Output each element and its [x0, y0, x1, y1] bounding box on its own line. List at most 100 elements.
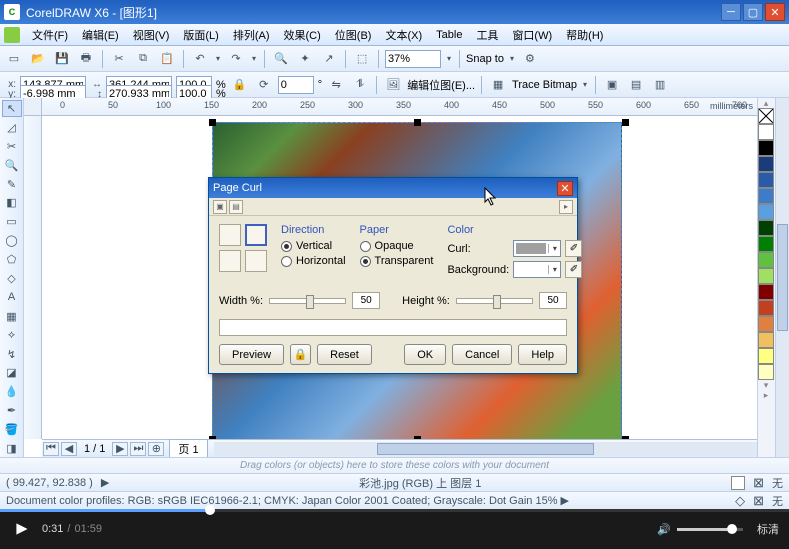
swatch-5[interactable]: [758, 204, 774, 220]
sel-handle-tc[interactable]: [414, 119, 421, 126]
menu-view[interactable]: 视图(V): [127, 25, 176, 45]
freehand-tool-icon[interactable]: ✎: [2, 176, 22, 193]
corner-bl-button[interactable]: [219, 250, 241, 272]
minimize-button[interactable]: ─: [721, 3, 741, 21]
paper-opaque-radio[interactable]: Opaque: [360, 240, 434, 252]
add-page-button[interactable]: ⊕: [148, 442, 164, 456]
bg-color-picker[interactable]: ▾: [513, 261, 561, 278]
basicshape-tool-icon[interactable]: ◇: [2, 270, 22, 287]
first-page-button[interactable]: ⏮: [43, 442, 59, 456]
swatch-4[interactable]: [758, 188, 774, 204]
menu-text[interactable]: 文本(X): [379, 25, 428, 45]
next-page-button[interactable]: ▶: [112, 442, 128, 456]
zoom-tool-icon[interactable]: 🔍: [2, 157, 22, 174]
width-slider[interactable]: [269, 298, 346, 304]
prev-page-button[interactable]: ◀: [61, 442, 77, 456]
trace-icon[interactable]: ▦: [488, 75, 508, 95]
menu-tools[interactable]: 工具: [470, 25, 504, 45]
undo-icon[interactable]: ↶: [190, 49, 210, 69]
crop-tool-icon[interactable]: ✂: [2, 138, 22, 155]
swatch-7[interactable]: [758, 236, 774, 252]
dialog-collapse-icon[interactable]: ▣: [213, 200, 227, 214]
width-slider-thumb[interactable]: [306, 295, 314, 309]
rotate-icon[interactable]: ⟳: [254, 75, 274, 95]
trace-bitmap-label[interactable]: Trace Bitmap: [512, 79, 577, 91]
swatch-9[interactable]: [758, 268, 774, 284]
height-value[interactable]: 50: [539, 292, 567, 309]
maximize-button[interactable]: ▢: [743, 3, 763, 21]
rotation-input[interactable]: [278, 76, 314, 94]
trace-dropdown[interactable]: ▾: [581, 80, 589, 89]
swatch-11[interactable]: [758, 300, 774, 316]
redo-dropdown[interactable]: ▾: [250, 54, 258, 63]
hscroll-thumb[interactable]: [377, 443, 594, 455]
rectangle-tool-icon[interactable]: ▭: [2, 213, 22, 230]
wrap-icon[interactable]: ▥: [650, 75, 670, 95]
edit-bitmap-icon[interactable]: 🖼: [383, 75, 403, 95]
horizontal-scrollbar[interactable]: [214, 442, 757, 456]
menu-arrange[interactable]: 排列(A): [227, 25, 276, 45]
table-tool-icon[interactable]: ▦: [2, 308, 22, 325]
fill-indicator[interactable]: [731, 476, 745, 490]
search-icon[interactable]: 🔍: [271, 49, 291, 69]
menu-bitmap[interactable]: 位图(B): [329, 25, 378, 45]
lock-ratio-icon[interactable]: 🔒: [230, 75, 250, 95]
swatch-15[interactable]: [758, 364, 774, 380]
zoom-dropdown[interactable]: ▾: [445, 54, 453, 63]
paper-transparent-radio[interactable]: Transparent: [360, 255, 434, 267]
volume-knob[interactable]: [727, 524, 737, 534]
palette-flyout[interactable]: ▸: [758, 390, 774, 400]
polygon-tool-icon[interactable]: ⬠: [2, 251, 22, 268]
swatch-10[interactable]: [758, 284, 774, 300]
dialog-preview-toggle-icon[interactable]: ▤: [229, 200, 243, 214]
swatch-2[interactable]: [758, 156, 774, 172]
dialog-expand-icon[interactable]: ▸: [559, 200, 573, 214]
cancel-button[interactable]: Cancel: [452, 344, 512, 365]
corner-br-button[interactable]: [245, 250, 267, 272]
preview-button[interactable]: Preview: [219, 344, 284, 365]
effects-tool-icon[interactable]: ◪: [2, 364, 22, 381]
interactive-fill-icon[interactable]: ◨: [2, 440, 22, 457]
help-button[interactable]: Help: [518, 344, 567, 365]
history-combo[interactable]: [219, 319, 567, 336]
redo-icon[interactable]: ↷: [226, 49, 246, 69]
welcome-icon[interactable]: ⬚: [352, 49, 372, 69]
close-button[interactable]: ✕: [765, 3, 785, 21]
vertical-scrollbar[interactable]: [775, 98, 789, 457]
direction-horizontal-radio[interactable]: Horizontal: [281, 255, 346, 267]
swatch-0[interactable]: [758, 124, 774, 140]
outline-indicator-icon[interactable]: ◇: [735, 493, 745, 509]
mirror-h-icon[interactable]: ⇋: [326, 75, 346, 95]
dialog-close-button[interactable]: ✕: [557, 181, 573, 196]
swatch-1[interactable]: [758, 140, 774, 156]
corner-tl-button[interactable]: [219, 224, 241, 246]
print-icon[interactable]: 🖶: [76, 49, 96, 69]
mirror-v-icon[interactable]: ⥮: [350, 75, 370, 95]
text-tool-icon[interactable]: A: [2, 289, 22, 306]
last-page-button[interactable]: ⏭: [130, 442, 146, 456]
menu-window[interactable]: 窗口(W): [506, 25, 558, 45]
swatch-3[interactable]: [758, 172, 774, 188]
width-value[interactable]: 50: [352, 292, 380, 309]
swatch-8[interactable]: [758, 252, 774, 268]
palette-scroll-down[interactable]: ▾: [758, 380, 774, 390]
copy-icon[interactable]: ⧉: [133, 49, 153, 69]
vscroll-thumb[interactable]: [777, 224, 788, 332]
horizontal-ruler[interactable]: millimeters 0501001502002503003504004505…: [42, 98, 757, 116]
document-palette-dropzone[interactable]: Drag colors (or objects) here to store t…: [0, 457, 789, 473]
swatch-none[interactable]: [758, 108, 774, 124]
wand-icon[interactable]: ✦: [295, 49, 315, 69]
fill-tool-icon[interactable]: 🪣: [2, 421, 22, 438]
direction-vertical-radio[interactable]: Vertical: [281, 240, 346, 252]
cut-icon[interactable]: ✂: [109, 49, 129, 69]
sel-handle-tl[interactable]: [209, 119, 216, 126]
snapto-dropdown[interactable]: ▾: [508, 54, 516, 63]
menu-table[interactable]: Table: [430, 27, 468, 43]
preview-lock-button[interactable]: 🔒: [290, 344, 311, 365]
connector-tool-icon[interactable]: ↯: [2, 346, 22, 363]
outline-tool-icon[interactable]: ✒: [2, 402, 22, 419]
swatch-14[interactable]: [758, 348, 774, 364]
height-slider-thumb[interactable]: [493, 295, 501, 309]
menu-help[interactable]: 帮助(H): [560, 25, 609, 45]
open-icon[interactable]: 📂: [28, 49, 48, 69]
